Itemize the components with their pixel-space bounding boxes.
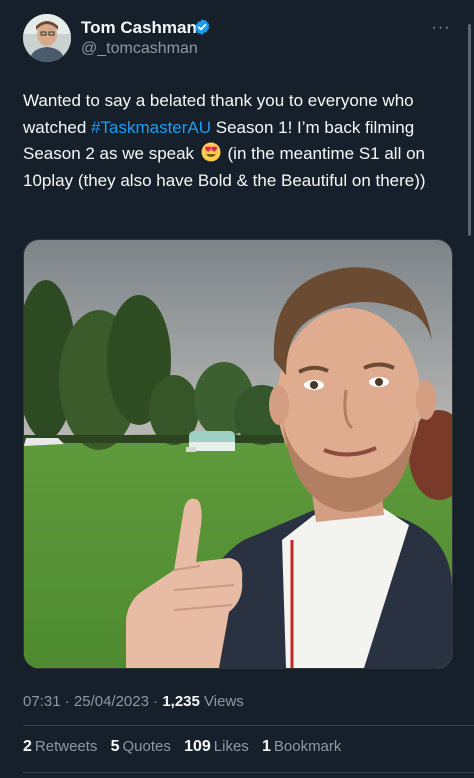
likes-label: Likes [213,738,249,755]
author-handle[interactable]: @_tomcashman [81,40,198,58]
tweet-detail-page: Tom Cashman @_tomcashman ··· Wanted to s… [0,0,474,778]
tweet-header: Tom Cashman @_tomcashman ··· [0,0,474,70]
more-options-icon[interactable]: ··· [428,18,454,38]
retweets-count: 2 [23,738,32,755]
likes-stat[interactable]: 109 Likes [184,738,249,755]
likes-count: 109 [184,738,211,755]
divider [23,772,474,773]
author-display-name[interactable]: Tom Cashman [81,18,197,38]
selfie-photo-image [24,240,452,668]
engagement-stats: 2 Retweets 5 Quotes 109 Likes 1 Bookmark [23,738,350,756]
hashtag-link[interactable]: #TaskmasterAU [91,118,211,137]
meta-separator: · [153,693,159,710]
quotes-label: Quotes [122,738,171,755]
avatar-image [23,14,71,62]
quotes-count: 5 [110,738,120,755]
heart-eyes-emoji-icon [201,142,221,162]
views-count: 1,235 [162,693,200,710]
tweet-meta: 07:31 · 25/04/2023 · 1,235 Views [23,693,244,710]
tweet-date[interactable]: 25/04/2023 [74,693,149,710]
tweet-text: Wanted to say a belated thank you to eve… [23,88,463,194]
retweets-stat[interactable]: 2 Retweets [23,738,97,755]
bookmarks-stat[interactable]: 1 Bookmark [262,738,341,755]
tweet-time[interactable]: 07:31 [23,693,61,710]
meta-separator: · [64,693,70,710]
quotes-stat[interactable]: 5 Quotes [111,738,171,755]
tweet-photo[interactable] [23,239,453,669]
retweets-label: Retweets [34,738,98,755]
verified-badge-icon [195,19,210,35]
scrollbar[interactable] [468,24,471,236]
bookmarks-count: 1 [261,738,271,755]
bookmarks-label: Bookmark [273,738,342,755]
avatar[interactable] [23,14,71,62]
divider [23,725,474,726]
views-label: Views [204,693,244,710]
